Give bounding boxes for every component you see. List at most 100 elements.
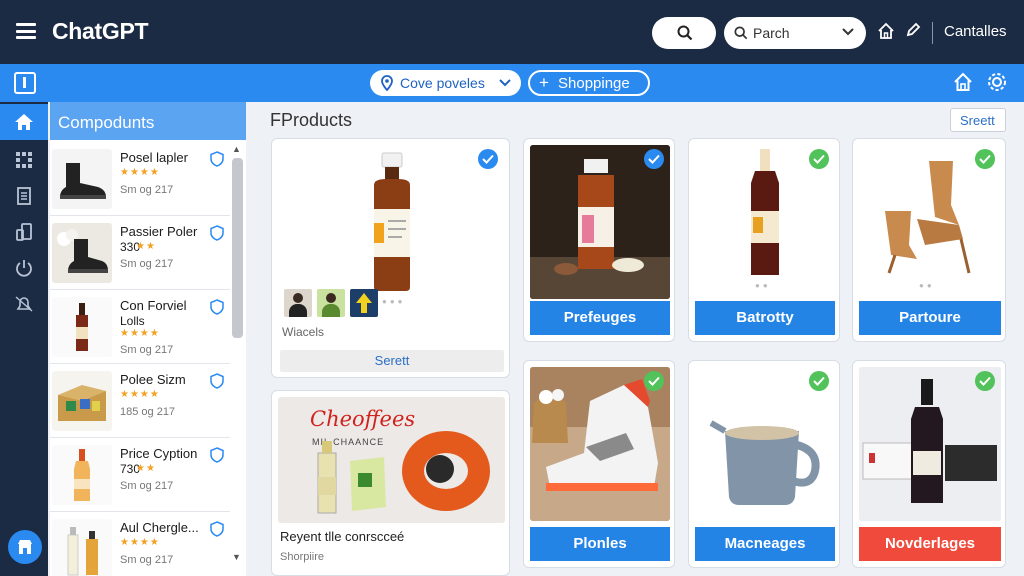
scroll-up-icon[interactable]: ▲ (232, 144, 241, 154)
avatar[interactable] (317, 289, 345, 317)
pagination-dots: ●● (919, 281, 935, 290)
select-button[interactable]: Sreett (950, 108, 1006, 132)
home-icon[interactable] (953, 72, 973, 92)
pagination-dots: ●●● (382, 297, 406, 306)
product-card[interactable]: Novderlages (852, 360, 1006, 568)
rail-grid[interactable] (0, 142, 48, 178)
product-card[interactable]: Plonles (523, 360, 675, 568)
item-name: Aul Chergle... (120, 520, 199, 535)
devices-icon (16, 223, 32, 241)
item-name: Price Cyption (120, 446, 198, 461)
list-item[interactable]: Polee Sizm ★★★★ 185 og 217 (50, 364, 230, 438)
divider (932, 22, 933, 44)
selected-check-icon[interactable] (809, 149, 829, 169)
bell-icon (15, 296, 33, 312)
category-select[interactable]: Cove poveles (370, 70, 521, 96)
search-input[interactable]: Parch (724, 17, 866, 49)
avatar[interactable] (284, 289, 312, 317)
info-icon[interactable] (14, 72, 36, 94)
search-icon (677, 25, 693, 41)
selected-check-icon[interactable] (478, 149, 498, 169)
item-subtitle: Lolls (120, 314, 145, 328)
pagination-dots: ●● (755, 281, 771, 290)
item-meta: Sm og 217 (120, 554, 174, 566)
rail-alerts[interactable] (0, 286, 48, 322)
list-item[interactable]: Passier Poler 330 ★★ Sm og 217 (50, 216, 230, 290)
item-rating: ★★★★ (120, 328, 160, 339)
product-button[interactable]: Novderlages (859, 527, 1001, 561)
product-card[interactable]: ●● Partoure (852, 138, 1006, 342)
store-icon (18, 540, 32, 554)
selected-check-icon[interactable] (975, 371, 995, 391)
product-image (885, 161, 971, 274)
chevron-down-icon (499, 79, 511, 87)
select-button-label: Sreett (960, 113, 995, 128)
toolbar: Cove poveles + Shoppinge (0, 64, 1024, 102)
rail-home[interactable] (0, 104, 48, 140)
search-placeholder: Parch (753, 25, 790, 41)
document-icon (17, 187, 31, 205)
top-bar: ChatGPT Parch Cantalles (0, 0, 1024, 64)
home-icon[interactable] (877, 22, 895, 40)
gear-icon[interactable] (986, 71, 1008, 93)
rail-devices[interactable] (0, 214, 48, 250)
selected-check-icon[interactable] (644, 371, 664, 391)
rail-store-button[interactable] (8, 530, 42, 564)
rail-documents[interactable] (0, 178, 48, 214)
scrollbar-thumb[interactable] (232, 158, 243, 338)
item-meta: Sm og 217 (120, 258, 174, 270)
item-meta: Sm og 217 (120, 480, 174, 492)
shield-icon (210, 373, 224, 389)
search-button[interactable] (652, 17, 716, 49)
featured-caption: Wiacels (282, 325, 325, 339)
shield-icon (210, 151, 224, 167)
featured-select-button[interactable]: Serett (280, 350, 504, 372)
item-meta: Sm og 217 (120, 184, 174, 196)
panel-title: Compodunts (58, 113, 155, 132)
item-name: Posel lapler (120, 150, 188, 165)
rail-power[interactable] (0, 250, 48, 286)
product-button[interactable]: Partoure (859, 301, 1001, 335)
product-button[interactable]: Batrotty (695, 301, 835, 335)
grid-icon (16, 152, 32, 168)
product-card[interactable]: Macneages (688, 360, 840, 568)
item-thumbnail (52, 445, 112, 505)
list-item[interactable]: Con Forviel Lolls ★★★★ Sm og 217 (50, 290, 230, 364)
list-item[interactable]: Price Cyption 730 ★★ Sm og 217 (50, 438, 230, 512)
home-icon (15, 114, 33, 130)
hamburger-menu-icon[interactable] (16, 23, 36, 39)
product-button[interactable]: Prefeuges (530, 301, 670, 335)
product-image (709, 420, 820, 505)
account-menu-label[interactable]: Cantalles (944, 23, 1007, 40)
upload-arrow-icon[interactable] (350, 289, 378, 317)
promo-card[interactable]: Cheoffees MIL CHAANCE Reyent tlle conrsc… (271, 390, 510, 576)
product-button[interactable]: Plonles (530, 527, 670, 561)
panel-header: Compodunts (50, 102, 246, 140)
product-image (751, 149, 779, 275)
product-list-panel: Compodunts ▲ ▼ Posel lapler ★★★★ Sm og 2… (50, 102, 246, 576)
product-button[interactable]: Macneages (695, 527, 835, 561)
product-card[interactable]: ●● Batrotty (688, 138, 840, 342)
list-item[interactable]: Posel lapler ★★★★ Sm og 217 (50, 142, 230, 216)
selected-check-icon[interactable] (644, 149, 664, 169)
item-name: Polee Sizm (120, 372, 186, 387)
product-image (859, 367, 1001, 521)
selected-check-icon[interactable] (975, 149, 995, 169)
list-item[interactable]: Aul Chergle... ★★★★ Sm og 217 (50, 512, 230, 576)
pencil-icon[interactable] (905, 22, 921, 38)
scroll-down-icon[interactable]: ▼ (232, 552, 241, 562)
scrollbar[interactable]: ▲ ▼ (232, 142, 244, 572)
shield-icon (210, 299, 224, 315)
item-thumbnail (52, 223, 112, 283)
shopping-button[interactable]: + Shoppinge (528, 70, 650, 96)
selected-check-icon[interactable] (809, 371, 829, 391)
featured-product-card[interactable]: ●●● Wiacels Serett (271, 138, 510, 378)
power-icon (16, 260, 32, 277)
item-rating: ★★★★ (120, 167, 160, 178)
item-thumbnail (52, 149, 112, 209)
chevron-down-icon (842, 28, 854, 36)
search-icon (734, 26, 748, 40)
item-rating: ★★★★ (120, 537, 160, 548)
promo-meta: Shorpiire (280, 551, 325, 563)
product-card[interactable]: Prefeuges (523, 138, 675, 342)
